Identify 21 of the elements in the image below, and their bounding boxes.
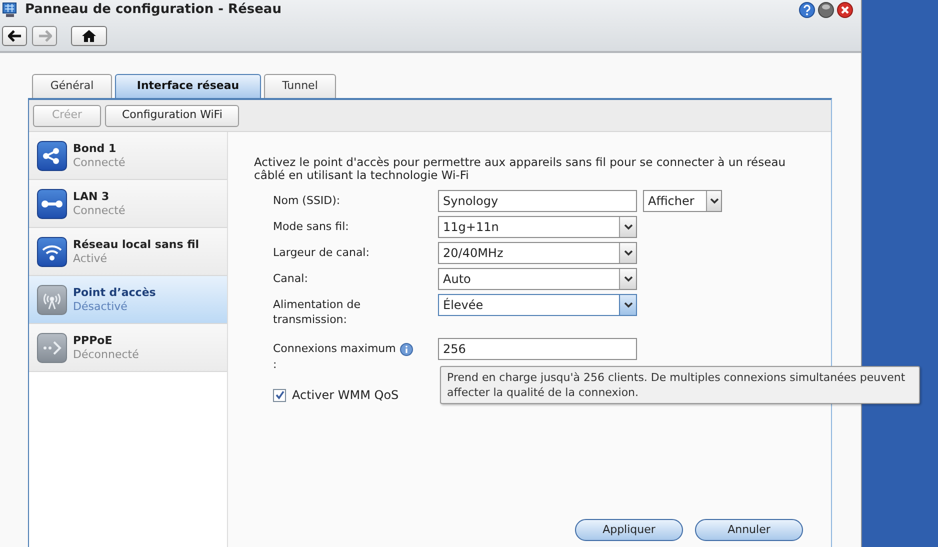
interface-status: Connecté <box>73 156 126 170</box>
field-label: Largeur de canal: <box>273 245 370 260</box>
description-text: Activez le point d'accès pour permettre aux appareils sans fil pour se connecter à un réseau câblé en utilisant la technologie Wi-Fi <box>254 156 787 182</box>
interface-name: Bond 1 <box>73 142 118 156</box>
field-label: Alimentation de transmission: <box>273 297 362 327</box>
interface-name: PPPoE <box>73 334 114 348</box>
field-label: Nom (SSID): <box>273 193 340 208</box>
checkbox-label: Activer WMM QoS <box>292 387 399 404</box>
interface-status: Déconnecté <box>73 348 139 362</box>
field-label: Mode sans fil: <box>273 219 349 234</box>
tooltip: Prend en charge jusqu'à 256 clients. De multiples connexions simultanées peuvent affecter la qualité de la connexion. <box>440 366 920 404</box>
interface-name: Point d’accès <box>73 286 156 300</box>
interface-status: Activé <box>73 252 108 266</box>
interface-name: Réseau local sans fil <box>73 238 199 252</box>
label-colon: : <box>273 358 278 372</box>
interface-status: Connecté <box>73 204 126 218</box>
interface-name: LAN 3 <box>73 190 110 204</box>
window-title: Panneau de configuration - Réseau <box>25 1 282 20</box>
field-label: Canal: <box>273 271 308 286</box>
interface-status: Désactivé <box>73 300 128 314</box>
field-label: Connexions maximum <box>273 341 396 357</box>
